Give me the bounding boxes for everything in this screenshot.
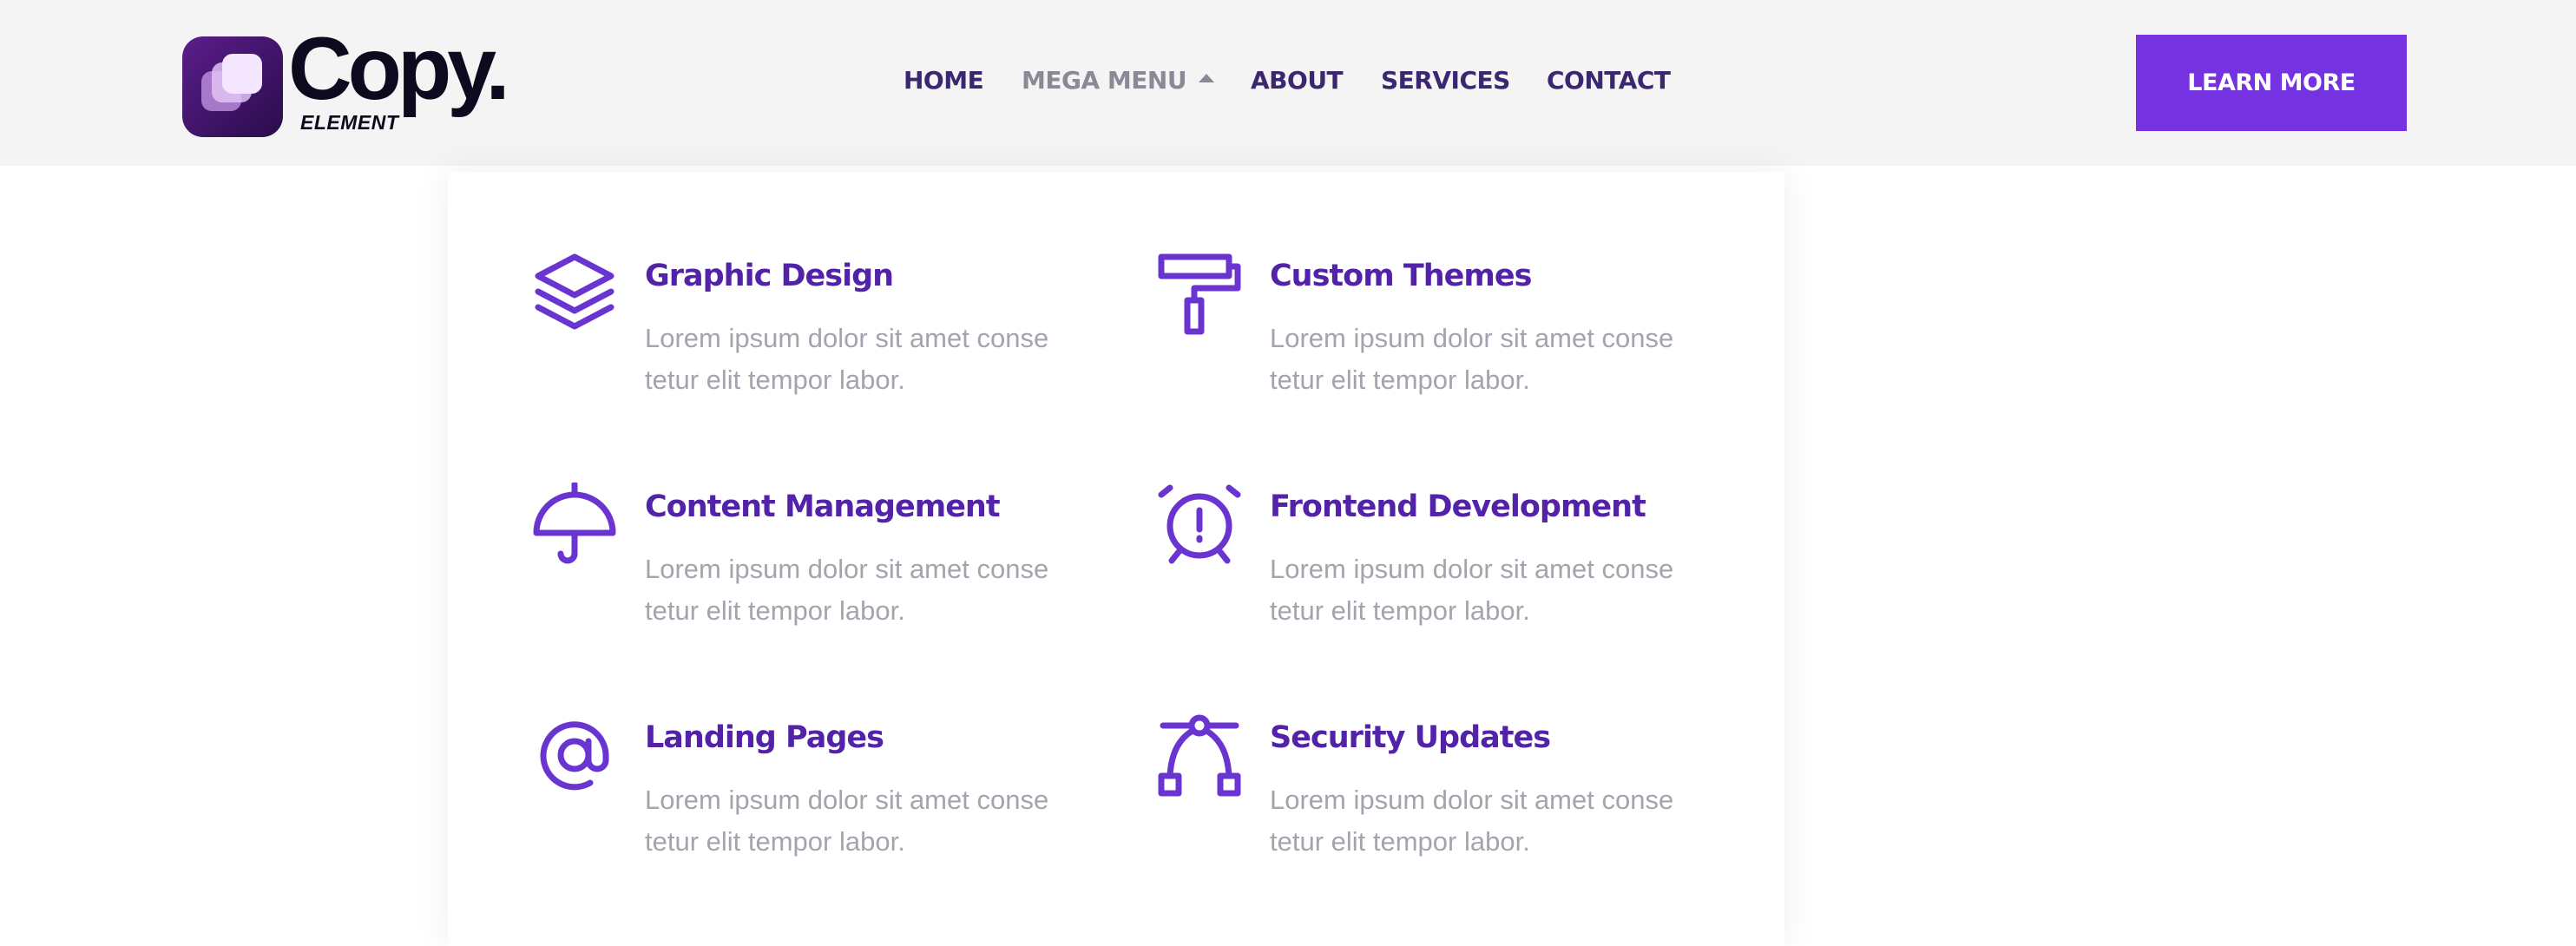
paint-roller-icon bbox=[1158, 252, 1241, 335]
feature-description: Lorem ipsum dolor sit amet conse tetur e… bbox=[645, 785, 1049, 857]
feature-landing-pages[interactable]: Landing Pages Lorem ipsum dolor sit amet… bbox=[533, 713, 1123, 887]
feature-title: Security Updates bbox=[1270, 720, 1551, 755]
feature-title: Frontend Development bbox=[1270, 489, 1646, 524]
nav-home-label: HOME bbox=[904, 66, 984, 95]
feature-title: Landing Pages bbox=[645, 720, 884, 755]
feature-description: Lorem ipsum dolor sit amet conse tetur e… bbox=[1270, 785, 1674, 857]
feature-security-updates[interactable]: Security Updates Lorem ipsum dolor sit a… bbox=[1158, 713, 1748, 887]
nav-services[interactable]: SERVICES bbox=[1381, 66, 1510, 95]
feature-description: Lorem ipsum dolor sit amet conse tetur e… bbox=[1270, 554, 1674, 626]
feature-description: Lorem ipsum dolor sit amet conse tetur e… bbox=[1270, 323, 1674, 395]
caret-up-icon bbox=[1199, 74, 1215, 82]
learn-more-button[interactable]: LEARN MORE bbox=[2136, 35, 2407, 131]
nav-mega-menu[interactable]: MEGA MENU bbox=[1022, 66, 1215, 95]
feature-description: Lorem ipsum dolor sit amet conse tetur e… bbox=[645, 554, 1049, 626]
at-sign-icon bbox=[533, 713, 616, 797]
layers-icon bbox=[533, 252, 616, 335]
feature-title: Content Management bbox=[645, 489, 1001, 524]
nav-services-label: SERVICES bbox=[1381, 66, 1510, 95]
feature-content-management[interactable]: Content Management Lorem ipsum dolor sit… bbox=[533, 481, 1123, 656]
feature-title: Custom Themes bbox=[1270, 259, 1532, 293]
feature-graphic-design[interactable]: Graphic Design Lorem ipsum dolor sit ame… bbox=[533, 252, 1123, 425]
alarm-clock-icon bbox=[1158, 483, 1241, 566]
nav-contact[interactable]: CONTACT bbox=[1547, 66, 1671, 95]
nav-contact-label: CONTACT bbox=[1547, 66, 1671, 95]
nav-home[interactable]: HOME bbox=[904, 66, 984, 95]
feature-title: Graphic Design bbox=[645, 259, 894, 293]
nav-about-label: ABOUT bbox=[1251, 66, 1344, 95]
nav-mega-menu-label: MEGA MENU bbox=[1022, 66, 1187, 95]
mega-menu-panel: Graphic Design Lorem ipsum dolor sit ame… bbox=[448, 172, 1784, 946]
site-header: Copy. ELEMENT HOME MEGA MENU ABOUT SERVI… bbox=[0, 0, 2576, 166]
feature-frontend-development[interactable]: Frontend Development Lorem ipsum dolor s… bbox=[1158, 483, 1748, 656]
feature-custom-themes[interactable]: Custom Themes Lorem ipsum dolor sit amet… bbox=[1158, 252, 1748, 425]
bezier-curve-icon bbox=[1158, 713, 1241, 797]
umbrella-icon bbox=[533, 481, 616, 566]
feature-description: Lorem ipsum dolor sit amet conse tetur e… bbox=[645, 323, 1049, 395]
nav-about[interactable]: ABOUT bbox=[1251, 66, 1344, 95]
